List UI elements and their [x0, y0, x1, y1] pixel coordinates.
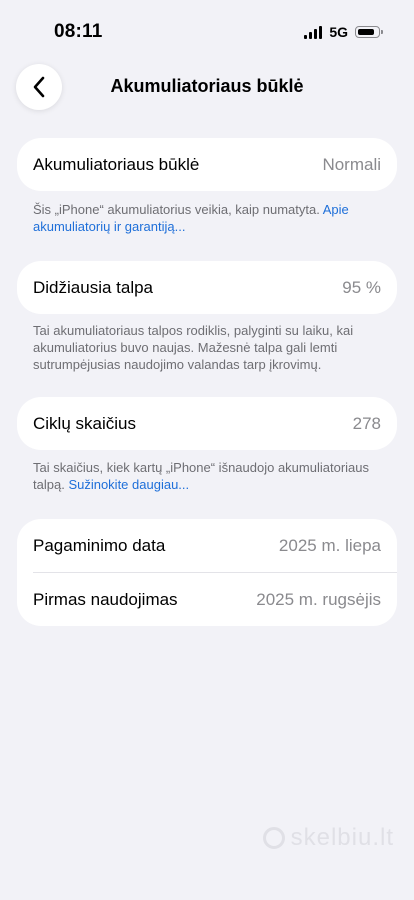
battery-health-row[interactable]: Akumuliatoriaus būklė Normali	[33, 138, 381, 191]
manufacture-date-row: Pagaminimo data 2025 m. liepa	[33, 519, 381, 572]
first-use-value: 2025 m. rugsėjis	[256, 589, 381, 609]
cycle-count-card: Ciklų skaičius 278	[17, 397, 397, 450]
battery-health-value: Normali	[322, 154, 381, 174]
battery-health-note-text: Šis „iPhone“ akumuliatorius veikia, kaip…	[33, 202, 320, 217]
manufacture-date-value: 2025 m. liepa	[278, 535, 381, 555]
first-use-row: Pirmas naudojimas 2025 m. rugsėjis	[33, 573, 381, 626]
learn-more-link[interactable]: Sužinokite daugiau...	[68, 477, 189, 492]
cycle-count-row: Ciklų skaičius 278	[33, 397, 381, 450]
page-title: Akumuliatoriaus būklė	[110, 76, 304, 96]
cycle-count-note: Tai skaičius, kiek kartų „iPhone“ išnaud…	[33, 459, 385, 493]
network-type: 5G	[329, 24, 348, 40]
battery-health-label: Akumuliatoriaus būklė	[33, 154, 200, 174]
status-bar: 08:11 5G	[0, 0, 414, 66]
status-indicators: 5G	[304, 24, 383, 40]
dates-card: Pagaminimo data 2025 m. liepa Pirmas nau…	[17, 519, 397, 626]
watermark-text: skelbiu.lt	[290, 824, 394, 851]
battery-health-note: Šis „iPhone“ akumuliatorius veikia, kaip…	[33, 201, 385, 235]
cycle-count-value: 278	[352, 413, 381, 433]
status-time: 08:11	[54, 21, 103, 42]
watermark-logo-icon	[262, 827, 285, 849]
battery-health-card: Akumuliatoriaus būklė Normali	[17, 138, 397, 191]
max-capacity-label: Didžiausia talpa	[33, 277, 154, 297]
first-use-label: Pirmas naudojimas	[33, 589, 178, 609]
battery-icon	[355, 26, 383, 38]
max-capacity-value: 95 %	[342, 277, 381, 297]
watermark: skelbiu.lt	[262, 824, 394, 852]
cycle-count-label: Ciklų skaičius	[33, 413, 136, 433]
max-capacity-card: Didžiausia talpa 95 %	[17, 261, 397, 314]
max-capacity-row: Didžiausia talpa 95 %	[33, 261, 381, 314]
cellular-signal-icon	[304, 25, 323, 39]
max-capacity-note: Tai akumuliatoriaus talpos rodiklis, pal…	[33, 323, 354, 372]
manufacture-date-label: Pagaminimo data	[33, 535, 166, 555]
battery-level	[357, 28, 374, 35]
